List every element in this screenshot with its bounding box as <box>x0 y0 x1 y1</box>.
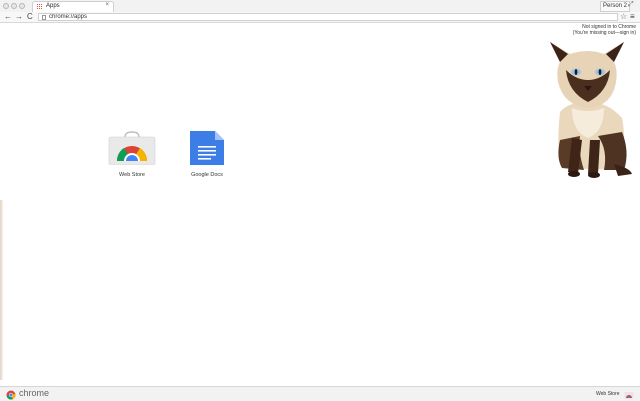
signin-notice: Not signed in to Chrome (You're missing … <box>573 24 636 36</box>
omnibox[interactable] <box>38 13 618 21</box>
profile-button[interactable]: Person 2 <box>600 1 631 12</box>
bookmark-star-icon[interactable]: ☆ <box>620 12 627 22</box>
app-web-store[interactable]: Web Store <box>102 131 162 178</box>
cat-theme-image <box>550 42 632 178</box>
tab-apps[interactable]: Apps × <box>32 1 114 12</box>
app-google-docs[interactable]: Google Docs <box>177 131 237 178</box>
minimize-window-icon[interactable] <box>11 3 17 9</box>
bottom-bar: chrome Web Store <box>0 386 640 401</box>
web-store-link[interactable]: Web Store <box>596 391 620 397</box>
signin-link[interactable]: (You're missing out—sign in) <box>573 30 636 36</box>
chrome-brand-label: chrome <box>19 388 50 398</box>
apps-grid-icon <box>37 4 43 10</box>
reload-button[interactable]: C <box>27 12 33 22</box>
google-docs-icon <box>190 131 224 165</box>
maximize-window-icon[interactable] <box>19 3 25 9</box>
web-store-icon <box>108 131 156 166</box>
left-edge-shadow <box>0 200 3 380</box>
fullscreen-icon[interactable]: ⤢ <box>628 1 634 9</box>
url-input[interactable] <box>49 14 589 20</box>
tab-close-icon[interactable]: × <box>105 2 109 8</box>
app-label: Google Docs <box>191 172 223 178</box>
tab-title: Apps <box>46 3 60 9</box>
app-label: Web Store <box>119 172 145 178</box>
page-icon <box>42 15 46 20</box>
chrome-logo-icon[interactable] <box>6 390 16 400</box>
forward-button[interactable]: → <box>15 12 23 22</box>
back-button[interactable]: ← <box>4 12 12 22</box>
close-window-icon[interactable] <box>3 3 9 9</box>
menu-icon[interactable]: ≡ <box>630 12 635 22</box>
toolbar: ← → C ☆ ≡ <box>0 12 640 23</box>
web-store-small-icon[interactable] <box>624 390 634 399</box>
